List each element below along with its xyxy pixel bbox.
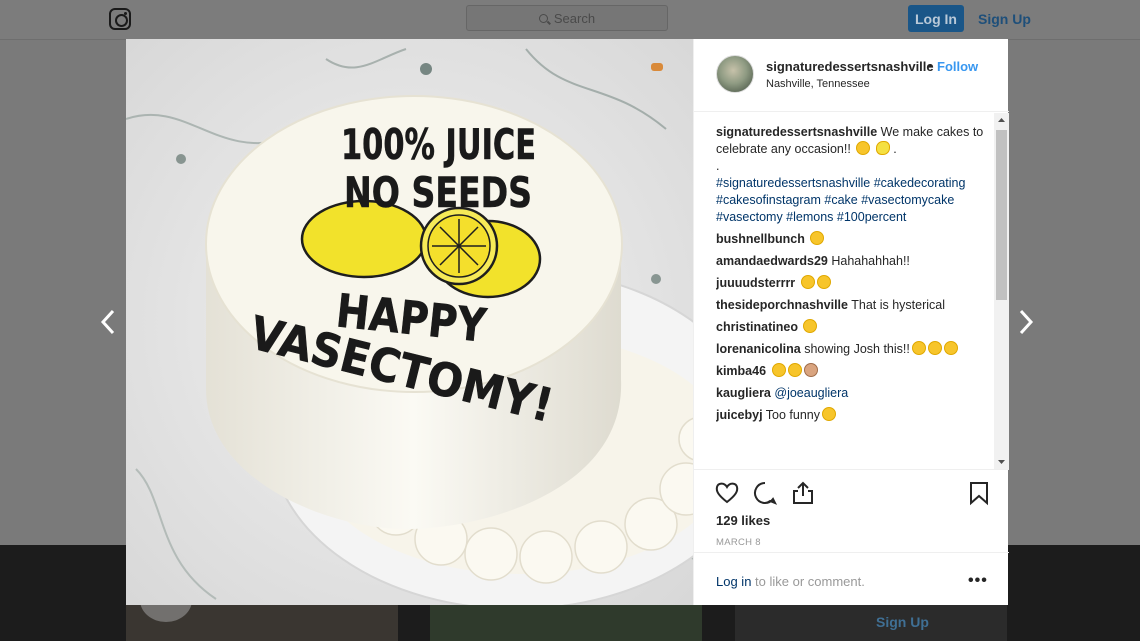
previous-arrow-icon[interactable] [100, 309, 116, 335]
comment-item: amandaedwards29 Hahahahhah!! [716, 253, 986, 270]
comment-username[interactable]: christinatineo [716, 320, 798, 334]
bookmark-icon[interactable] [966, 480, 992, 506]
scroll-down-arrow-icon[interactable] [994, 454, 1009, 469]
comment-item: thesideporchnashville That is hysterical [716, 297, 986, 314]
comment-text: showing Josh this!! [804, 342, 910, 356]
heart-icon[interactable] [714, 480, 740, 506]
search-icon [538, 13, 548, 23]
cake-image: 100% JUICE NO SEEDS HAPPY VASECTOMY! [126, 39, 693, 605]
comments-list[interactable]: signaturedessertsnashville We make cakes… [716, 124, 986, 469]
caption-username[interactable]: signaturedessertsnashville [716, 125, 877, 139]
lemon-emoji-icon [875, 141, 890, 155]
laughing-emoji-icon [911, 341, 926, 355]
laughing-emoji-icon [856, 141, 871, 155]
signup-link[interactable]: Sign Up [978, 11, 1031, 27]
laughing-emoji-icon [816, 275, 831, 289]
cake-text-juice: 100% JUICE [341, 120, 536, 169]
laughing-emoji-icon [800, 275, 815, 289]
comment-item: lorenanicolina showing Josh this!! [716, 341, 986, 358]
post-date: MARCH 8 [716, 537, 761, 548]
comment-username[interactable]: juicebyj [716, 408, 763, 422]
post-sidebar: signaturedessertsnashville • Follow Nash… [693, 39, 1009, 605]
share-icon[interactable] [790, 480, 816, 506]
comment-text: That is hysterical [851, 298, 946, 312]
comment-username[interactable]: kaugliera [716, 386, 771, 400]
thumbnail-2 [430, 605, 702, 641]
laughing-emoji-icon [943, 341, 958, 355]
post-header: signaturedessertsnashville • Follow Nash… [694, 39, 1009, 112]
comment-username[interactable]: amandaedwards29 [716, 254, 828, 268]
next-arrow-icon[interactable] [1018, 309, 1034, 335]
comment-icon[interactable] [752, 480, 778, 506]
login-prompt: Log in to like or comment. [716, 574, 865, 589]
comment-text: Too funny [765, 408, 821, 422]
laughing-emoji-icon [803, 319, 818, 333]
search-input[interactable]: Search [466, 5, 668, 31]
follow-button[interactable]: Follow [937, 59, 978, 74]
caption-dot: . [893, 142, 897, 156]
avatar[interactable] [716, 55, 754, 93]
comment-username[interactable]: thesideporchnashville [716, 298, 848, 312]
comment-item: christinatineo [716, 319, 986, 336]
caption: signaturedessertsnashville We make cakes… [716, 124, 986, 226]
instagram-logo-icon[interactable] [109, 8, 131, 30]
likes-count[interactable]: 129 likes [716, 513, 770, 528]
cake-text-seeds: NO SEEDS [344, 168, 532, 217]
comment-item: bushnellbunch [716, 231, 986, 248]
comments-scrollbar[interactable] [994, 113, 1009, 469]
post-location[interactable]: Nashville, Tennessee [766, 78, 870, 90]
comment-item: kimba46 [716, 363, 986, 380]
laughing-emoji-icon [927, 341, 942, 355]
person-emoji-icon [803, 363, 818, 377]
comment-item: kaugliera @joeaugliera [716, 385, 986, 402]
comment-text: @joeaugliera [774, 386, 849, 400]
login-prompt-text: to like or comment. [751, 574, 865, 589]
comment-username[interactable]: juuuudsterrrr [716, 276, 795, 290]
comment-username[interactable]: kimba46 [716, 364, 766, 378]
comment-username[interactable]: lorenanicolina [716, 342, 801, 356]
caption-dot-line: . [716, 159, 720, 173]
laughing-emoji-icon [771, 363, 786, 377]
comment-text: Hahahahhah!! [831, 254, 910, 268]
scroll-up-arrow-icon[interactable] [994, 113, 1009, 128]
laughing-emoji-icon [787, 363, 802, 377]
login-button[interactable]: Log In [908, 5, 964, 32]
laughing-emoji-icon [822, 407, 837, 421]
thumbnail-3 [735, 605, 1007, 641]
comment-item: juuuudsterrrr [716, 275, 986, 292]
login-to-comment-bar: Log in to like or comment. ••• [694, 552, 1009, 605]
post-photo: 100% JUICE NO SEEDS HAPPY VASECTOMY! [126, 39, 693, 605]
post-modal: 100% JUICE NO SEEDS HAPPY VASECTOMY! sig… [126, 39, 1009, 605]
more-options-icon[interactable]: ••• [968, 572, 988, 590]
search-placeholder: Search [553, 10, 596, 26]
scroll-thumb[interactable] [996, 130, 1007, 300]
login-link[interactable]: Log in [716, 574, 751, 589]
laughing-emoji-icon [810, 231, 825, 245]
bottom-signup-link[interactable]: Sign Up [876, 614, 929, 630]
top-nav: Search Log In Sign Up [0, 0, 1140, 40]
post-username[interactable]: signaturedessertsnashville [766, 59, 934, 74]
caption-hashtags[interactable]: #signaturedessertsnashville #cakedecorat… [716, 175, 986, 226]
comment-item: juicebyj Too funny [716, 407, 986, 424]
separator-dot: • [928, 58, 933, 73]
comment-username[interactable]: bushnellbunch [716, 232, 805, 246]
